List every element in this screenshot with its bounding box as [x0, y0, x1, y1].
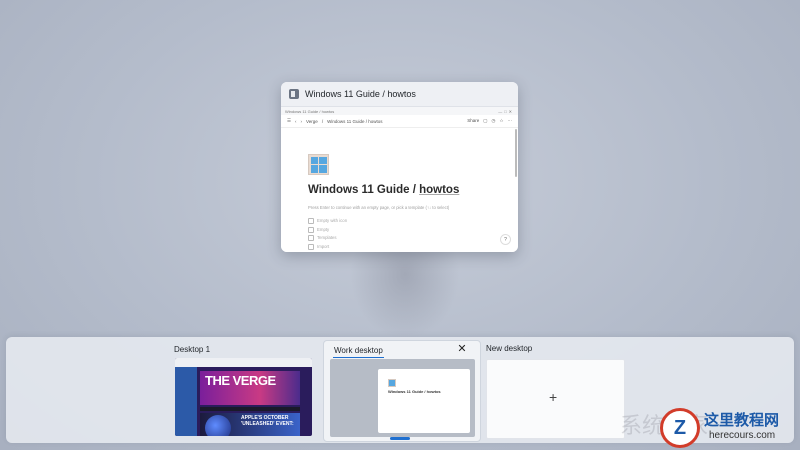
star-icon: ☆ [499, 118, 504, 123]
forward-icon: › [300, 118, 303, 124]
sidebar-area [175, 367, 197, 436]
tab-label: Windows 11 Guide / howtos [285, 108, 335, 114]
mini-windows-logo-icon [388, 379, 396, 387]
clock-icon: ◷ [491, 118, 496, 123]
breadcrumb-2: Windows 11 Guide / howtos [327, 118, 383, 124]
app-icon [289, 89, 299, 99]
more-icon: ⋯ [507, 118, 513, 123]
watermark-en-text: herecours.com [709, 430, 776, 441]
mini-title: Windows 11 Guide / howtos [388, 389, 441, 394]
article-headline: APPLE'S OCTOBER 'UNLEASHED' EVENT: [241, 415, 294, 427]
window-titlebar[interactable]: Windows 11 Guide / howtos [281, 82, 518, 107]
desktop-1-thumbnail[interactable]: THE VERGE APPLE'S OCTOBER 'UNLEASHED' EV… [175, 358, 312, 436]
desktop-1-label[interactable]: Desktop 1 [174, 345, 210, 354]
desktop-2-thumbnail[interactable]: Windows 11 Guide / howtos [330, 359, 475, 437]
active-desktop-indicator [390, 437, 410, 440]
windows-logo-icon [308, 154, 329, 175]
page-hint: Press Enter to continue with an empty pa… [308, 205, 450, 210]
system-buttons: —□✕ [498, 108, 514, 114]
menu-icon: ☰ [287, 118, 292, 123]
close-desktop-button[interactable]: ✕ [457, 344, 467, 355]
task-view-window[interactable]: Windows 11 Guide / howtos Windows 11 Gui… [281, 82, 518, 252]
breadcrumb-separator: / [321, 118, 324, 124]
new-desktop-button[interactable]: + [486, 359, 625, 439]
plus-icon: + [549, 389, 558, 405]
back-icon: ‹ [295, 118, 297, 124]
option-templates: Templates [308, 234, 347, 243]
watermark-logo-icon: Z [660, 408, 700, 448]
verge-headline: THE VERGE [205, 373, 276, 388]
site-nav [200, 407, 300, 411]
help-button: ? [500, 234, 511, 245]
mini-window: Windows 11 Guide / howtos [378, 369, 470, 433]
share-label: Share [467, 118, 480, 123]
window-content: Windows 11 Guide / howtos —□✕ ☰ ‹ › Verg… [281, 107, 518, 252]
browser-bar [175, 358, 312, 367]
page-title: Windows 11 Guide / howtos [308, 184, 460, 196]
breadcrumb-1: Verge [306, 118, 318, 124]
option-import: Import [308, 243, 347, 252]
scrollbar [515, 129, 517, 177]
window-title: Windows 11 Guide / howtos [305, 89, 416, 99]
option-empty: Empty [308, 226, 347, 235]
option-empty-with-icon: Empty with icon [308, 217, 347, 226]
desktop-name-input[interactable] [333, 343, 384, 358]
globe-image [205, 415, 231, 436]
browser-tab-bar: Windows 11 Guide / howtos —□✕ [281, 107, 518, 115]
template-options: Empty with icon Empty Templates Import [308, 217, 347, 251]
new-desktop-label[interactable]: New desktop [486, 344, 532, 353]
watermark-cn-text: 这里教程网 [704, 411, 780, 429]
comment-icon: ▢ [483, 118, 488, 123]
page-toolbar: ☰ ‹ › Verge / Windows 11 Guide / howtos … [281, 115, 518, 128]
